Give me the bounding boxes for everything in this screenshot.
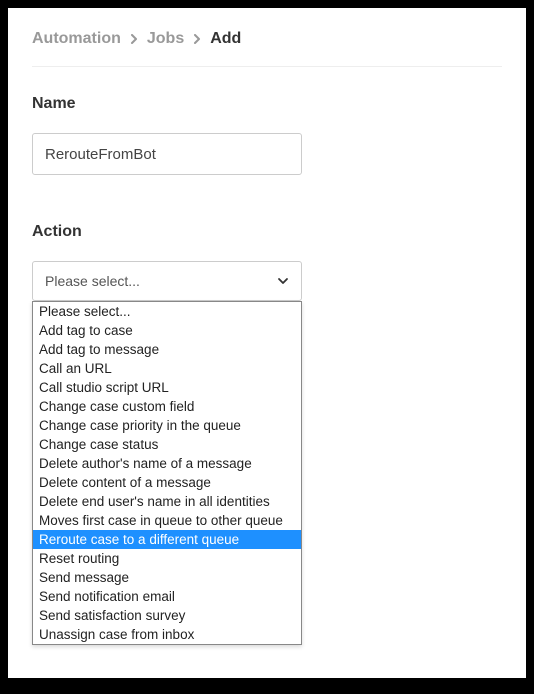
action-option[interactable]: Change case custom field — [33, 397, 301, 416]
action-select-value: Please select... — [45, 273, 140, 289]
breadcrumb-jobs[interactable]: Jobs — [147, 30, 184, 48]
action-dropdown: Please select...Add tag to caseAdd tag t… — [32, 301, 302, 645]
action-option[interactable]: Call studio script URL — [33, 378, 301, 397]
breadcrumb-current: Add — [210, 30, 241, 48]
form-container: Automation Jobs Add Name Action Please s… — [8, 8, 526, 678]
chevron-right-icon — [192, 34, 202, 44]
action-option[interactable]: Send message — [33, 568, 301, 587]
action-option[interactable]: Reset routing — [33, 549, 301, 568]
name-input[interactable] — [32, 133, 302, 175]
action-option[interactable]: Delete author's name of a message — [33, 454, 301, 473]
action-option[interactable]: Change case priority in the queue — [33, 416, 301, 435]
action-option[interactable]: Delete content of a message — [33, 473, 301, 492]
action-option[interactable]: Send satisfaction survey — [33, 606, 301, 625]
action-select[interactable]: Please select... — [32, 261, 302, 301]
action-option[interactable]: Call an URL — [33, 359, 301, 378]
action-option[interactable]: Change case status — [33, 435, 301, 454]
action-option[interactable]: Unassign case from inbox — [33, 625, 301, 644]
action-option[interactable]: Moves first case in queue to other queue — [33, 511, 301, 530]
action-option[interactable]: Add tag to message — [33, 340, 301, 359]
action-option[interactable]: Please select... — [33, 302, 301, 321]
name-label: Name — [32, 95, 502, 113]
action-select-wrap: Please select... Please select...Add tag… — [32, 261, 302, 301]
action-option[interactable]: Delete end user's name in all identities — [33, 492, 301, 511]
chevron-right-icon — [129, 34, 139, 44]
action-label: Action — [32, 223, 502, 241]
chevron-down-icon — [277, 275, 289, 287]
action-option[interactable]: Reroute case to a different queue — [33, 530, 301, 549]
breadcrumb: Automation Jobs Add — [32, 30, 502, 67]
action-option[interactable]: Add tag to case — [33, 321, 301, 340]
action-option[interactable]: Send notification email — [33, 587, 301, 606]
breadcrumb-automation[interactable]: Automation — [32, 30, 121, 48]
